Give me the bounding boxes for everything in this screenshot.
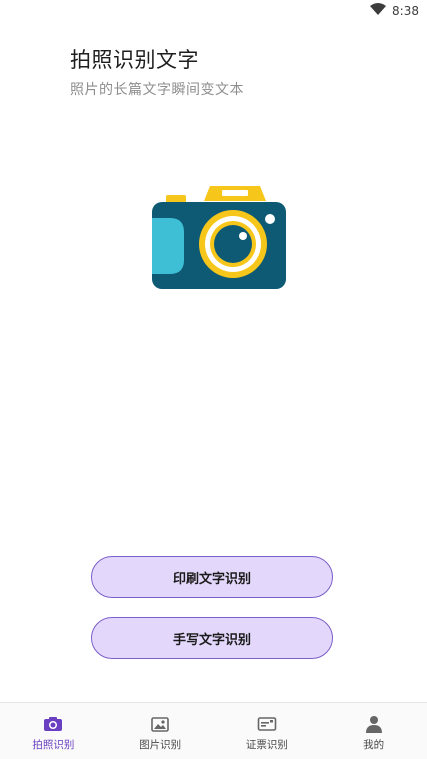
tab-label: 拍照识别 (32, 739, 75, 751)
tab-document-recognition[interactable]: 证票识别 (214, 703, 321, 759)
tab-photo-recognition[interactable]: 拍照识别 (0, 703, 107, 759)
camera-icon (150, 184, 288, 296)
tab-label: 证票识别 (245, 739, 288, 751)
image-tab-icon (149, 714, 171, 734)
camera-tab-icon (42, 714, 64, 734)
id-card-tab-icon (256, 714, 278, 734)
tab-label: 我的 (363, 739, 385, 751)
handwriting-recognition-button[interactable]: 手写文字识别 (91, 617, 333, 659)
page-subtitle: 照片的长篇文字瞬间变文本 (70, 82, 244, 98)
page-title: 拍照识别文字 (70, 48, 199, 72)
print-text-recognition-button[interactable]: 印刷文字识别 (91, 556, 333, 598)
tab-profile[interactable]: 我的 (320, 703, 427, 759)
status-time: 8:38 (392, 3, 419, 18)
status-indicators: 8:38 (370, 3, 419, 18)
wifi-icon (370, 3, 387, 18)
person-tab-icon (363, 714, 385, 734)
bottom-nav: 拍照识别 图片识别 证票识别 我的 (0, 702, 427, 759)
tab-label: 图片识别 (139, 739, 182, 751)
tab-image-recognition[interactable]: 图片识别 (107, 703, 214, 759)
status-bar: 8:38 (0, 0, 427, 24)
